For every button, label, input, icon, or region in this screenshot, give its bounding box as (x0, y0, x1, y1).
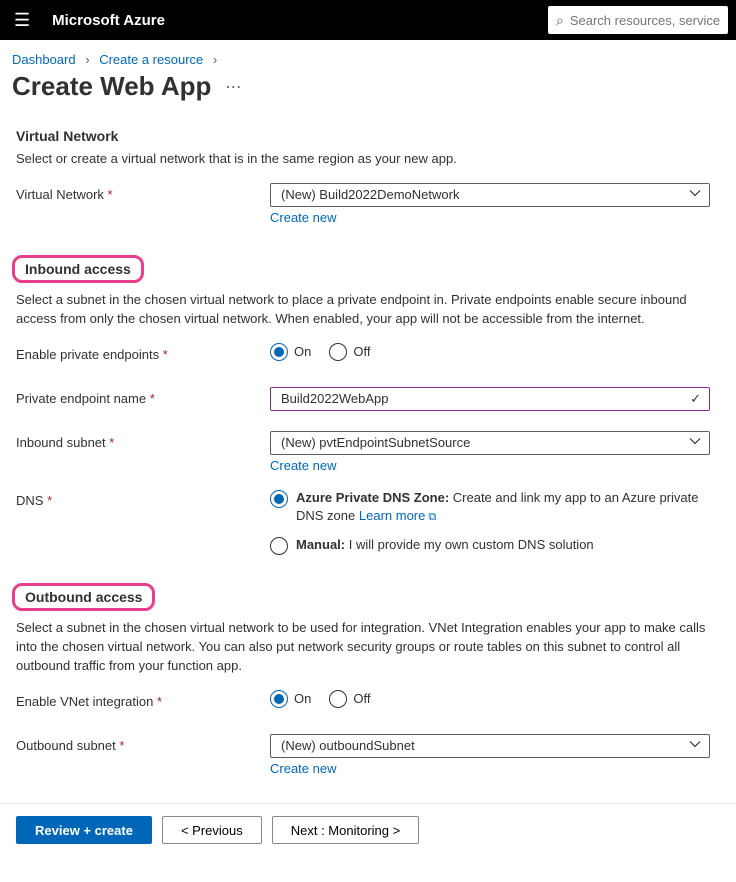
dns-manual-radio[interactable]: Manual: I will provide my own custom DNS… (270, 536, 710, 555)
chevron-down-icon (689, 187, 701, 202)
dns-label: DNS * (16, 489, 270, 508)
topbar: ☰ Microsoft Azure ⌕ (0, 0, 736, 40)
private-endpoint-name-input[interactable]: Build2022WebApp ✓ (270, 387, 710, 411)
search-input[interactable] (570, 13, 720, 28)
chevron-down-icon (689, 435, 701, 450)
vnet-integration-on-radio[interactable]: On (270, 690, 311, 708)
more-actions-button[interactable]: ⋯ (221, 77, 245, 97)
inbound-highlight: Inbound access (12, 255, 144, 283)
outbound-description: Select a subnet in the chosen virtual ne… (16, 619, 720, 676)
chevron-down-icon (689, 738, 701, 753)
chevron-right-icon: › (79, 52, 95, 67)
radio-selected-icon (270, 490, 288, 508)
inbound-heading: Inbound access (25, 261, 131, 277)
check-icon: ✓ (690, 391, 701, 407)
dns-learn-more-link[interactable]: Learn more⧉ (359, 508, 436, 523)
wizard-footer: Review + create < Previous Next : Monito… (0, 803, 736, 856)
brand-label: Microsoft Azure (52, 12, 165, 29)
vnet-heading: Virtual Network (16, 128, 720, 144)
search-icon: ⌕ (556, 12, 564, 29)
breadcrumb: Dashboard › Create a resource › (0, 40, 736, 67)
outbound-subnet-value: (New) outboundSubnet (281, 738, 415, 753)
outbound-highlight: Outbound access (12, 583, 155, 611)
next-button[interactable]: Next : Monitoring > (272, 816, 419, 844)
private-endpoints-on-radio[interactable]: On (270, 343, 311, 361)
outbound-heading: Outbound access (25, 589, 142, 605)
private-endpoints-off-radio[interactable]: Off (329, 343, 370, 361)
inbound-description: Select a subnet in the chosen virtual ne… (16, 291, 720, 329)
radio-selected-icon (270, 690, 288, 708)
vnet-integration-off-radio[interactable]: Off (329, 690, 370, 708)
global-search[interactable]: ⌕ (548, 6, 728, 34)
inbound-subnet-create-new-link[interactable]: Create new (270, 458, 336, 473)
previous-button[interactable]: < Previous (162, 816, 262, 844)
breadcrumb-create-resource[interactable]: Create a resource (99, 52, 203, 67)
inbound-subnet-label: Inbound subnet * (16, 431, 270, 450)
inbound-subnet-value: (New) pvtEndpointSubnetSource (281, 435, 470, 450)
radio-icon (270, 537, 288, 555)
external-link-icon: ⧉ (428, 511, 436, 523)
chevron-right-icon: › (207, 52, 223, 67)
vnet-select[interactable]: (New) Build2022DemoNetwork (270, 183, 710, 207)
inbound-subnet-select[interactable]: (New) pvtEndpointSubnetSource (270, 431, 710, 455)
private-endpoint-name-label: Private endpoint name * (16, 387, 270, 406)
enable-private-endpoints-label: Enable private endpoints * (16, 343, 270, 362)
menu-icon[interactable]: ☰ (8, 6, 36, 35)
breadcrumb-dashboard[interactable]: Dashboard (12, 52, 76, 67)
radio-icon (329, 690, 347, 708)
page-title-row: Create Web App ⋯ (0, 67, 736, 120)
outbound-subnet-create-new-link[interactable]: Create new (270, 761, 336, 776)
page-title: Create Web App (12, 71, 211, 102)
radio-selected-icon (270, 343, 288, 361)
vnet-description: Select or create a virtual network that … (16, 150, 720, 169)
dns-azure-radio[interactable]: Azure Private DNS Zone: Create and link … (270, 489, 710, 527)
radio-icon (329, 343, 347, 361)
vnet-label: Virtual Network * (16, 183, 270, 202)
form-content: Virtual Network Select or create a virtu… (0, 128, 736, 882)
enable-vnet-integration-label: Enable VNet integration * (16, 690, 270, 709)
outbound-subnet-select[interactable]: (New) outboundSubnet (270, 734, 710, 758)
review-create-button[interactable]: Review + create (16, 816, 152, 844)
vnet-value: (New) Build2022DemoNetwork (281, 187, 459, 202)
outbound-subnet-label: Outbound subnet * (16, 734, 270, 753)
vnet-create-new-link[interactable]: Create new (270, 210, 336, 225)
private-endpoint-name-value: Build2022WebApp (281, 391, 388, 406)
